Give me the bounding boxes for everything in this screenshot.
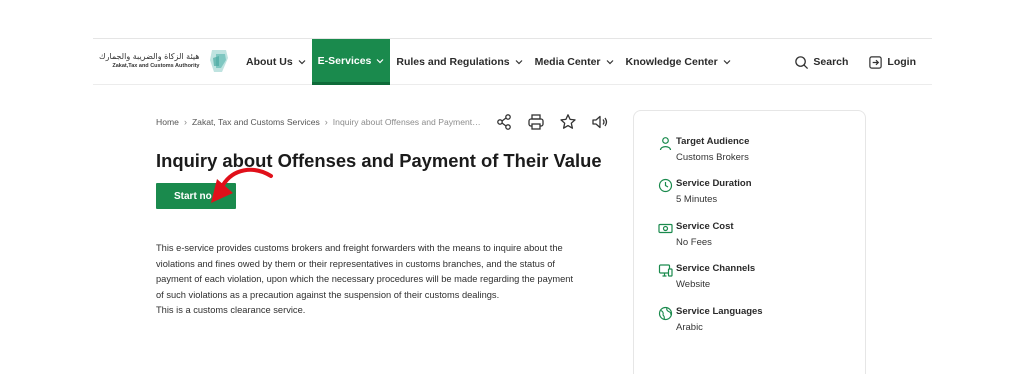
zatca-logo[interactable]: هيئة الزكاة والضريبة والجمارك Zakat,Tax … [99,46,234,76]
star-icon[interactable] [559,113,577,131]
logo-arabic-text: هيئة الزكاة والضريبة والجمارك [99,51,200,61]
info-service-channels: Service Channels Website [658,263,755,290]
description-line: This e-service provides customs brokers … [156,243,563,253]
logo-english-text: Zakat,Tax and Customs Authority [112,62,200,69]
menu-rules-regulations[interactable]: Rules and Regulations [390,39,528,85]
description-line: of such violations as a precaution again… [156,289,500,300]
menu-about-us[interactable]: About Us [240,39,312,85]
info-service-cost: Service Cost No Fees [658,221,734,248]
top-nav: هيئة الزكاة والضريبة والجمارك Zakat,Tax … [93,39,932,85]
main-menu: About Us E-Services Rules and Regulation… [240,39,737,85]
info-value: Arabic [676,322,703,333]
login-label: Login [887,56,916,68]
search-icon [795,55,809,69]
login-icon [869,55,883,69]
page-tools [495,113,609,131]
description-line: This is a customs clearance service. [156,305,306,315]
menu-media-center-label: Media Center [534,56,601,68]
breadcrumb-current: Inquiry about Offenses and Payment of Th… [332,117,481,127]
menu-knowledge-center-label: Knowledge Center [625,56,718,68]
info-service-languages: Service Languages Arabic [658,306,763,333]
description-line: payment of each violation, upon which th… [156,274,574,284]
clock-icon [658,178,673,193]
info-label: Target Audience [676,136,750,147]
info-target-audience: Target Audience Customs Brokers [658,136,749,163]
info-value: 5 Minutes [676,194,718,205]
chevron-down-icon [606,60,613,65]
header-tools: Search Login [794,39,916,85]
logo-emblem-icon [209,50,228,72]
menu-about-us-label: About Us [246,56,293,68]
info-service-duration: Service Duration 5 Minutes [658,178,752,205]
print-icon[interactable] [527,113,545,131]
breadcrumb-home[interactable]: Home [156,117,179,127]
chevron-down-icon [376,58,384,63]
info-label: Service Channels [676,263,756,274]
service-description: This e-service provides customs brokers … [156,241,616,319]
monitor-icon [658,264,673,277]
breadcrumb: Home › Zakat, Tax and Customs Services ›… [156,117,481,127]
chevron-down-icon [723,60,731,65]
info-value: Website [676,279,711,290]
login-button[interactable]: Login [868,55,916,70]
info-value: Customs Brokers [676,152,749,163]
info-label: Service Cost [676,221,734,232]
menu-media-center[interactable]: Media Center [529,39,620,85]
speaker-icon[interactable] [591,113,609,131]
money-icon [658,223,673,234]
breadcrumb-services[interactable]: Zakat, Tax and Customs Services [192,117,320,127]
person-icon [659,137,672,151]
page-frame: هيئة الزكاة والضريبة والجمارك Zakat,Tax … [93,38,932,374]
menu-rules-regulations-label: Rules and Regulations [396,56,510,68]
chevron-down-icon [298,60,306,65]
share-icon[interactable] [495,113,513,131]
globe-icon [658,306,673,321]
service-info-card: Target Audience Customs Brokers Service … [633,110,866,374]
description-line: violations and fines owed by them or the… [156,258,555,269]
red-annotation-arrow [211,167,273,203]
menu-e-services[interactable]: E-Services [311,39,391,85]
chevron-down-icon [515,60,523,65]
breadcrumb-separator-icon: › [324,117,328,127]
menu-knowledge-center[interactable]: Knowledge Center [620,39,737,85]
info-value: No Fees [676,237,712,248]
info-label: Service Languages [676,306,763,317]
breadcrumb-separator-icon: › [183,117,187,127]
menu-e-services-label: E-Services [317,54,372,67]
search-button[interactable]: Search [794,55,848,70]
info-label: Service Duration [676,178,752,189]
search-label: Search [813,56,849,68]
